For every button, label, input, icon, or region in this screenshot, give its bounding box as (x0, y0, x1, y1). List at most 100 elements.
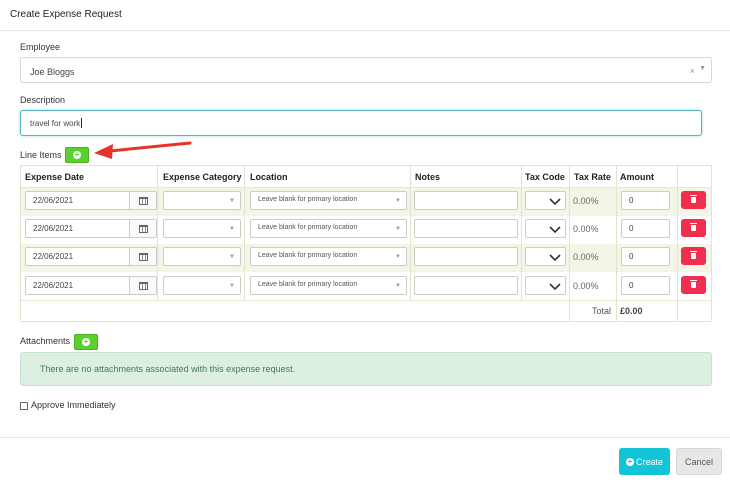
expense-date-input[interactable]: 22/06/2021 (25, 219, 157, 238)
table-rule (21, 300, 711, 301)
amount-input[interactable]: 0 (621, 219, 670, 238)
expense-date-value: 22/06/2021 (33, 224, 74, 233)
cancel-button[interactable]: Cancel (676, 448, 722, 475)
chevron-down-icon: ▼ (229, 283, 235, 289)
line-items-table: Expense Date Expense Category Location N… (20, 165, 712, 322)
expense-date-value: 22/06/2021 (33, 252, 74, 261)
description-label: Description (20, 95, 66, 105)
chevron-down-icon: ▼ (699, 65, 706, 72)
column-divider (569, 166, 570, 321)
employee-label: Employee (20, 42, 61, 52)
amount-value: 0 (629, 224, 634, 233)
calendar-button[interactable] (129, 277, 156, 294)
total-value: £0.00 (620, 306, 643, 316)
location-select[interactable]: Leave blank for primary location ▼ (250, 191, 407, 210)
expense-category-select[interactable]: ▼ (163, 191, 241, 210)
chevron-down-icon (549, 283, 561, 291)
amount-value: 0 (629, 196, 634, 205)
delete-row-button[interactable] (681, 191, 706, 209)
column-divider (410, 166, 411, 300)
chevron-down-icon (549, 226, 561, 234)
chevron-down-icon: ▼ (395, 226, 401, 232)
chevron-down-icon: ▼ (229, 254, 235, 260)
add-line-item-button[interactable]: + (65, 147, 89, 163)
employee-select[interactable]: Joe Bloggs × ▼ (20, 57, 712, 83)
column-header-tax-code: Tax Code (525, 172, 565, 182)
delete-row-button[interactable] (681, 276, 706, 294)
trash-icon (690, 195, 697, 203)
expense-date-value: 22/06/2021 (33, 281, 74, 290)
calendar-icon (138, 252, 148, 261)
trash-icon (690, 251, 697, 259)
description-input-value: travel for work (30, 118, 83, 128)
location-select[interactable]: Leave blank for primary location ▼ (250, 247, 407, 266)
create-button-label: Create (635, 456, 663, 467)
description-input[interactable]: travel for work (20, 110, 702, 136)
amount-value: 0 (629, 281, 634, 290)
expense-date-input[interactable]: 22/06/2021 (25, 191, 157, 210)
trash-icon (690, 223, 697, 231)
amount-input[interactable]: 0 (621, 191, 670, 210)
cancel-button-label: Cancel (684, 456, 713, 467)
chevron-down-icon: ▼ (395, 254, 401, 260)
tax-code-select[interactable] (525, 276, 566, 295)
expense-date-input[interactable]: 22/06/2021 (25, 276, 157, 295)
approve-immediately-label[interactable]: Approve Immediately (31, 400, 116, 410)
attachments-label: Attachments (20, 336, 71, 346)
column-divider (157, 166, 158, 300)
trash-icon (690, 280, 697, 288)
calendar-button[interactable] (129, 220, 156, 237)
calendar-button[interactable] (129, 248, 156, 265)
calendar-icon (138, 196, 148, 205)
expense-date-input[interactable]: 22/06/2021 (25, 247, 157, 266)
location-placeholder: Leave blank for primary location (258, 196, 358, 203)
delete-row-button[interactable] (681, 247, 706, 265)
notes-input[interactable] (414, 276, 518, 295)
approve-immediately-checkbox[interactable] (20, 402, 28, 410)
calendar-icon (138, 281, 148, 290)
line-items-label: Line Items (20, 150, 62, 160)
red-arrow-annotation (94, 141, 192, 159)
chevron-down-icon: ▼ (395, 283, 401, 289)
calendar-button[interactable] (129, 192, 156, 209)
tax-rate-value: 0.00% (573, 281, 599, 291)
column-header-amount: Amount (620, 172, 654, 182)
notes-input[interactable] (414, 219, 518, 238)
location-select[interactable]: Leave blank for primary location ▼ (250, 276, 407, 295)
location-select[interactable]: Leave blank for primary location ▼ (250, 219, 407, 238)
tax-rate-value: 0.00% (573, 196, 599, 206)
plus-circle-icon: + (82, 337, 90, 346)
location-placeholder: Leave blank for primary location (258, 224, 358, 231)
column-header-location: Location (250, 172, 288, 182)
text-cursor (81, 118, 83, 128)
column-divider (616, 166, 617, 321)
expense-category-select[interactable]: ▼ (163, 219, 241, 238)
chevron-down-icon: ▼ (229, 198, 235, 204)
column-divider (521, 166, 522, 300)
expense-category-select[interactable]: ▼ (163, 247, 241, 266)
column-divider (244, 166, 245, 300)
clear-icon[interactable]: × (690, 66, 695, 76)
notes-input[interactable] (414, 247, 518, 266)
amount-input[interactable]: 0 (621, 276, 670, 295)
tax-code-select[interactable] (525, 219, 566, 238)
add-attachment-button[interactable]: + (74, 334, 98, 350)
notes-input[interactable] (414, 191, 518, 210)
footer-divider (0, 437, 730, 438)
location-placeholder: Leave blank for primary location (258, 252, 358, 259)
total-label: Total (592, 306, 612, 316)
expense-category-select[interactable]: ▼ (163, 276, 241, 295)
modal-header: Create Expense Request (0, 0, 730, 31)
tax-code-select[interactable] (525, 247, 566, 266)
column-divider (677, 166, 678, 321)
modal-title: Create Expense Request (10, 9, 122, 20)
column-header-notes: Notes (415, 172, 441, 182)
amount-input[interactable]: 0 (621, 247, 670, 266)
amount-value: 0 (629, 252, 634, 261)
tax-code-select[interactable] (525, 191, 566, 210)
chevron-down-icon (549, 254, 561, 262)
delete-row-button[interactable] (681, 219, 706, 237)
create-button[interactable]: + Create (619, 448, 670, 475)
chevron-down-icon: ▼ (229, 226, 235, 232)
chevron-down-icon: ▼ (395, 198, 401, 204)
